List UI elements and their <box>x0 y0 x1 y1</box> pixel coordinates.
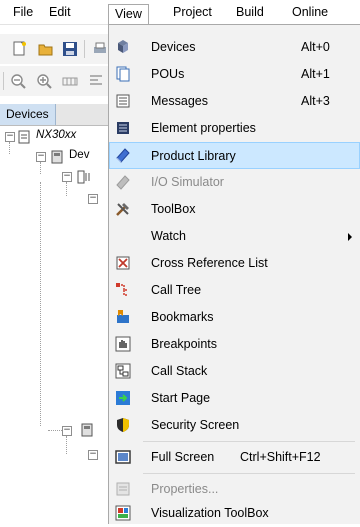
call-tree-icon <box>115 282 131 298</box>
menu-item-messages[interactable]: Messages Alt+3 <box>109 88 360 115</box>
view-menu-dropdown: Devices Alt+0 POUs Alt+1 Messages Alt+3 … <box>108 24 360 524</box>
zoom-out-icon[interactable] <box>10 73 26 89</box>
element-properties-icon <box>115 120 131 136</box>
menu-edit[interactable]: Edit <box>49 0 71 24</box>
open-project-icon[interactable] <box>38 41 54 57</box>
io-simulator-icon <box>115 174 131 190</box>
start-page-icon <box>115 390 131 406</box>
menu-item-cross-reference-list[interactable]: Cross Reference List <box>109 250 360 277</box>
toolbar-zoom <box>0 66 112 96</box>
product-library-icon <box>115 147 131 163</box>
toolbar-standard <box>0 34 112 64</box>
print-icon[interactable] <box>92 41 108 57</box>
menu-online[interactable]: Online <box>292 0 328 24</box>
menu-item-product-library[interactable]: Product Library <box>109 142 360 169</box>
menu-item-toolbox[interactable]: ToolBox <box>109 196 360 223</box>
cross-reference-icon <box>115 255 131 271</box>
menu-bar: File Edit View Project Build Online <box>0 0 360 25</box>
menu-item-properties[interactable]: Properties... <box>109 476 360 503</box>
devices-tree: − NX30xx − Dev − − − − <box>0 126 108 524</box>
devices-icon <box>115 39 131 55</box>
menu-separator <box>143 441 355 442</box>
project-icon <box>17 130 31 144</box>
device-icon <box>80 423 94 437</box>
menu-item-devices[interactable]: Devices Alt+0 <box>109 34 360 61</box>
pous-icon <box>115 66 131 82</box>
collapse-toggle[interactable]: − <box>62 426 72 436</box>
security-screen-icon <box>115 417 131 433</box>
collapse-toggle[interactable]: − <box>88 194 98 204</box>
menu-item-security-screen[interactable]: Security Screen <box>109 412 360 439</box>
menu-item-start-page[interactable]: Start Page <box>109 385 360 412</box>
menu-item-full-screen[interactable]: Full Screen Ctrl+Shift+F12 <box>109 444 360 471</box>
new-project-icon[interactable] <box>12 41 28 57</box>
menu-item-pous[interactable]: POUs Alt+1 <box>109 61 360 88</box>
menu-item-breakpoints[interactable]: Breakpoints <box>109 331 360 358</box>
save-icon[interactable] <box>62 41 78 57</box>
collapse-toggle[interactable]: − <box>36 152 46 162</box>
bookmarks-icon <box>115 309 131 325</box>
breakpoints-icon <box>115 336 131 352</box>
properties-icon <box>115 481 131 497</box>
devices-panel-tabbar: Devices <box>0 104 108 126</box>
call-stack-icon <box>115 363 131 379</box>
collapse-toggle[interactable]: − <box>5 132 15 142</box>
menu-file[interactable]: File <box>13 0 33 24</box>
device-icon <box>50 150 64 164</box>
align-icon[interactable] <box>88 73 104 89</box>
plc-logic-icon <box>77 170 91 184</box>
collapse-toggle[interactable]: − <box>88 450 98 460</box>
tree-device-label[interactable]: Dev <box>69 149 89 161</box>
messages-icon <box>115 93 131 109</box>
menu-build[interactable]: Build <box>236 0 264 24</box>
menu-item-io-simulator[interactable]: I/O Simulator <box>109 169 360 196</box>
submenu-arrow-icon <box>348 233 352 241</box>
collapse-toggle[interactable]: − <box>62 172 72 182</box>
menu-item-element-properties[interactable]: Element properties <box>109 115 360 142</box>
toolbox-icon <box>115 201 131 217</box>
zoom-in-icon[interactable] <box>36 73 52 89</box>
devices-tab[interactable]: Devices <box>0 104 56 125</box>
menu-item-call-tree[interactable]: Call Tree <box>109 277 360 304</box>
menu-project[interactable]: Project <box>173 0 212 24</box>
menu-item-visualization-toolbox[interactable]: Visualization ToolBox <box>109 500 360 527</box>
menu-item-watch[interactable]: Watch <box>109 223 360 250</box>
tree-root-label[interactable]: NX30xx <box>36 129 76 141</box>
menu-item-bookmarks[interactable]: Bookmarks <box>109 304 360 331</box>
menu-separator <box>143 473 355 474</box>
full-screen-icon <box>115 449 131 465</box>
menu-item-call-stack[interactable]: Call Stack <box>109 358 360 385</box>
menu-view[interactable]: View <box>108 4 149 24</box>
grid-icon[interactable] <box>62 73 78 89</box>
visualization-toolbox-icon <box>115 505 131 521</box>
